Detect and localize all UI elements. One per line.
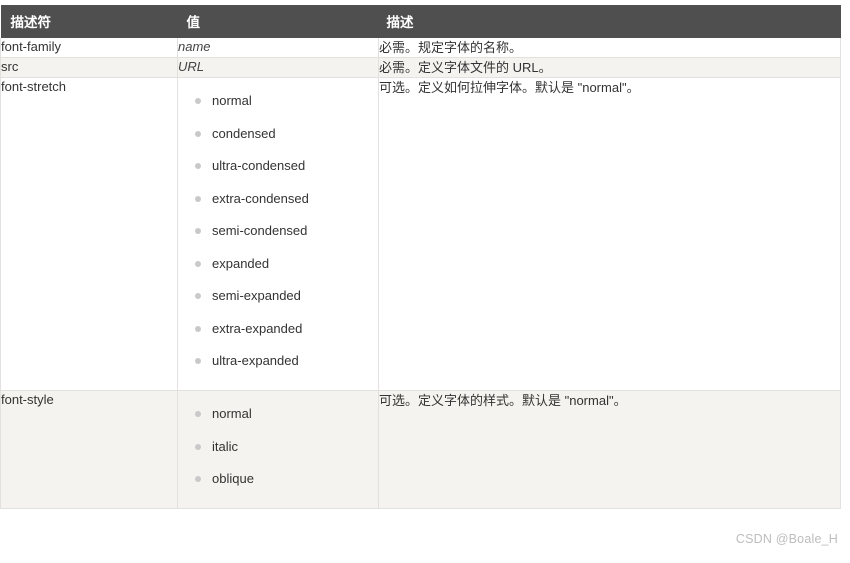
value-list-item-label: extra-condensed <box>212 190 309 206</box>
table-body: font-family name 必需。规定字体的名称。 src URL 必需。… <box>0 38 841 509</box>
value-list-item-label: extra-expanded <box>212 320 303 336</box>
value-list-item-label: semi-expanded <box>212 288 301 303</box>
descriptor-name: src <box>0 57 178 78</box>
column-header-descriptor: 描述符 <box>0 5 178 38</box>
descriptor-value: name <box>177 38 379 58</box>
descriptor-value: normal italic oblique <box>177 390 379 509</box>
descriptor-name: font-stretch <box>0 77 178 391</box>
table-row: font-style normal italic oblique 可选。定义字体的样… <box>0 390 841 509</box>
value-list-item: extra-expanded <box>178 319 378 352</box>
descriptor-value: URL <box>177 57 379 78</box>
value-list-item-label: ultra-expanded <box>212 353 299 368</box>
value-list-item: normal <box>178 91 378 124</box>
descriptor-name: font-family <box>0 38 178 58</box>
value-list-item: ultra-condensed <box>178 156 378 189</box>
value-list: normal condensed ultra-condensed extra-cond… <box>178 78 378 390</box>
value-list-item-label: normal <box>212 93 252 108</box>
descriptor-description: 必需。定义字体文件的 URL。 <box>378 57 841 78</box>
bullet-icon <box>195 325 201 332</box>
value-list-item-label: ultra-condensed <box>212 158 306 173</box>
value-list-item: ultra-expanded <box>178 351 378 377</box>
value-list: normal italic oblique <box>178 391 378 508</box>
table-row: src URL 必需。定义字体文件的 URL。 <box>0 57 841 78</box>
descriptor-description: 可选。定义字体的样式。默认是 "normal"。 <box>378 390 841 509</box>
descriptor-value: normal condensed ultra-condensed extra-cond… <box>177 77 379 391</box>
bullet-icon <box>195 98 201 104</box>
bullet-icon <box>195 228 201 234</box>
value-list-item-label: semi-condensed <box>212 223 308 238</box>
bullet-icon <box>195 130 201 137</box>
value-list-item: condensed <box>178 124 378 157</box>
value-list-item: extra-condensed <box>178 189 378 222</box>
page-root: 描述符 值 描述 font-family name 必需。规定字体的名称。 sr… <box>0 0 850 563</box>
bullet-icon <box>195 358 201 364</box>
table-header: 描述符 值 描述 <box>0 5 841 38</box>
font-face-descriptor-table: 描述符 值 描述 font-family name 必需。规定字体的名称。 sr… <box>0 5 841 509</box>
bullet-icon <box>195 293 201 299</box>
bullet-icon <box>195 411 201 417</box>
column-header-value: 值 <box>177 5 379 38</box>
bullet-icon <box>195 260 201 267</box>
bullet-icon <box>195 195 201 202</box>
column-header-description: 描述 <box>378 5 841 38</box>
value-list-item-label: expanded <box>212 255 270 271</box>
descriptor-description: 可选。定义如何拉伸字体。默认是 "normal"。 <box>378 77 841 391</box>
font-face-descriptor-table-wrapper: 描述符 值 描述 font-family name 必需。规定字体的名称。 sr… <box>0 5 841 509</box>
value-list-item-label: italic <box>212 438 239 454</box>
value-list-item: semi-expanded <box>178 286 378 319</box>
value-list-item: semi-condensed <box>178 221 378 254</box>
bullet-icon <box>195 443 201 450</box>
watermark: CSDN @Boale_H <box>735 532 838 546</box>
bullet-icon <box>195 476 201 482</box>
table-row: font-family name 必需。规定字体的名称。 <box>0 38 841 58</box>
descriptor-name: font-style <box>0 390 178 509</box>
bullet-icon <box>195 163 201 169</box>
table-row: font-stretch normal condensed ultra-conden… <box>0 77 841 391</box>
value-list-item-label: condensed <box>212 125 276 141</box>
value-list-item: oblique <box>178 469 378 495</box>
value-list-item: normal <box>178 404 378 437</box>
value-list-item: expanded <box>178 254 378 287</box>
value-list-item-label: oblique <box>212 471 254 486</box>
descriptor-description: 必需。规定字体的名称。 <box>378 38 841 58</box>
table-header-row: 描述符 值 描述 <box>0 5 841 38</box>
value-list-item-label: normal <box>212 406 252 421</box>
value-list-item: italic <box>178 437 378 470</box>
